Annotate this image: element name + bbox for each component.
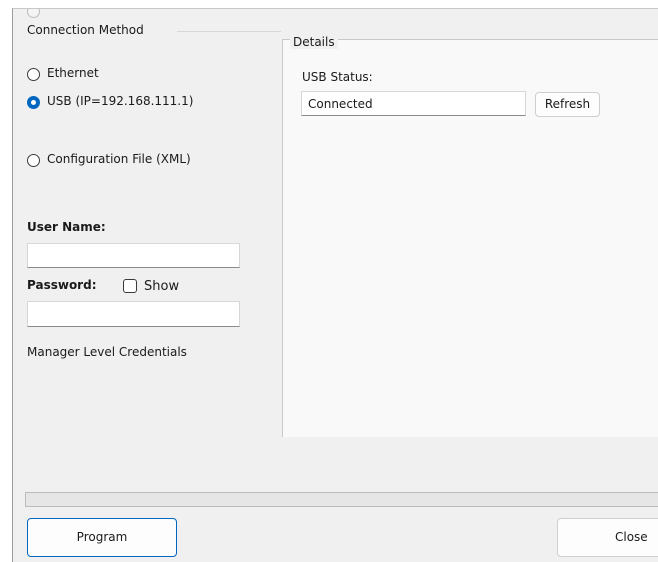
credentials-note: Manager Level Credentials [27,345,187,359]
clipped-radio [27,9,40,18]
user-name-label: User Name: [27,220,106,234]
ethernet-radio[interactable] [27,68,40,81]
connection-method-group-line [177,31,281,32]
details-legend: Details [290,35,338,49]
usb-radio[interactable] [27,96,40,109]
config-file-label: Configuration File (XML) [47,152,191,166]
password-label: Password: [27,278,97,292]
program-dialog: Connection Method Ethernet USB (IP=192.1… [12,8,658,562]
usb-status-label: USB Status: [302,70,373,84]
password-input[interactable] [27,301,240,327]
show-password-option[interactable]: Show [123,278,203,296]
ethernet-label: Ethernet [47,66,99,80]
usb-option[interactable]: USB (IP=192.168.111.1) [27,94,267,112]
config-file-option[interactable]: Configuration File (XML) [27,152,267,170]
usb-label: USB (IP=192.168.111.1) [47,94,194,108]
usb-status-field[interactable] [301,91,526,116]
config-file-radio[interactable] [27,154,40,167]
refresh-button[interactable]: Refresh [535,92,600,117]
program-button[interactable]: Program [27,518,177,557]
progress-bar [25,492,658,507]
ethernet-option[interactable]: Ethernet [27,66,267,84]
close-button[interactable]: Close [557,518,658,557]
show-password-checkbox[interactable] [123,279,137,293]
user-name-input[interactable] [27,243,240,268]
connection-method-legend: Connection Method [27,23,144,37]
show-password-label: Show [144,279,180,294]
